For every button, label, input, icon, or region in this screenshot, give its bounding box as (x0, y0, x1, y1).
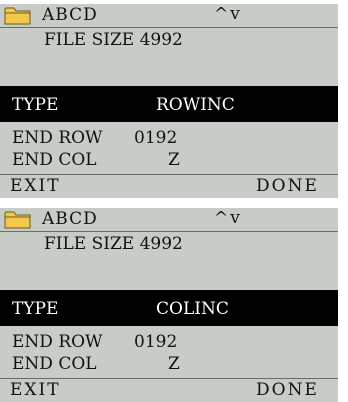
end-row-value[interactable]: 0192 (134, 332, 177, 352)
type-label: TYPE (12, 299, 59, 319)
type-row-selected[interactable]: TYPE ROWINC (0, 86, 338, 122)
end-row-label: END ROW (12, 332, 103, 352)
device-screen-rowinc: ABCD ^v FILE SIZE 4992 TYPE ROWINC END R… (0, 4, 338, 198)
folder-icon (4, 7, 31, 25)
softkey-bar: EXIT DONE (0, 174, 338, 198)
file-size: FILE SIZE 4992 (44, 30, 183, 50)
done-button[interactable]: DONE (256, 176, 319, 196)
title-bar: ABCD ^v (0, 208, 338, 232)
file-name: ABCD (42, 5, 98, 25)
done-button[interactable]: DONE (256, 380, 319, 400)
end-col-value[interactable]: Z (168, 354, 180, 374)
type-row-selected[interactable]: TYPE COLINC (0, 290, 338, 326)
end-row-label: END ROW (12, 128, 103, 148)
file-size: FILE SIZE 4992 (44, 234, 183, 254)
softkey-bar: EXIT DONE (0, 378, 338, 402)
exit-button[interactable]: EXIT (10, 380, 61, 400)
type-value[interactable]: ROWINC (156, 95, 235, 115)
scroll-indicator[interactable]: ^v (214, 208, 242, 228)
title-bar: ABCD ^v (0, 4, 338, 28)
end-row-value[interactable]: 0192 (134, 128, 177, 148)
file-name: ABCD (42, 209, 98, 229)
scroll-indicator[interactable]: ^v (214, 4, 242, 24)
end-col-value[interactable]: Z (168, 150, 180, 170)
end-col-label: END COL (12, 150, 97, 170)
type-value[interactable]: COLINC (156, 299, 229, 319)
end-col-label: END COL (12, 354, 97, 374)
exit-button[interactable]: EXIT (10, 176, 61, 196)
device-screen-colinc: ABCD ^v FILE SIZE 4992 TYPE COLINC END R… (0, 208, 338, 402)
type-label: TYPE (12, 95, 59, 115)
folder-icon (4, 211, 31, 229)
